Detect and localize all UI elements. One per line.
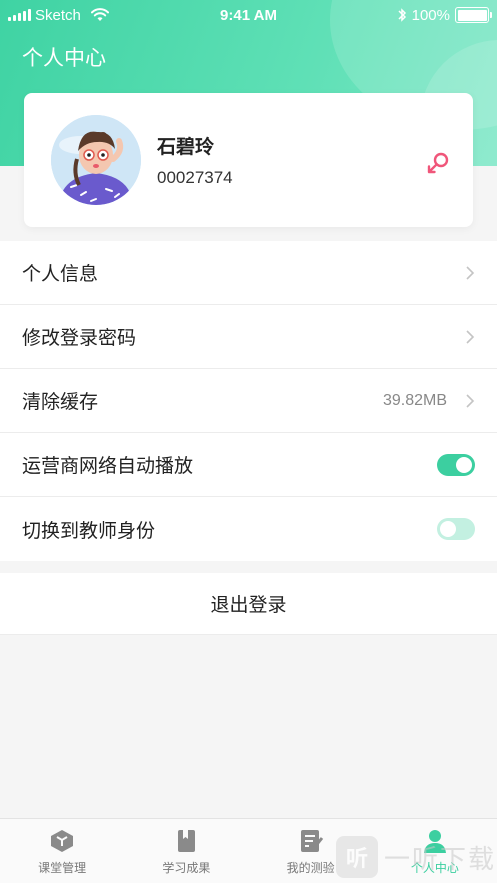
menu-item-label: 切换到教师身份 <box>22 519 156 542</box>
book-icon <box>178 830 196 852</box>
user-name: 石碧玲 <box>157 136 215 158</box>
teacher-role-toggle[interactable] <box>437 518 475 540</box>
avatar[interactable] <box>51 115 141 205</box>
chevron-right-icon <box>466 265 475 280</box>
user-id: 00027374 <box>157 168 233 187</box>
status-bar: Sketch 9:41 AM 100% <box>0 0 497 30</box>
tab-my-quiz[interactable]: 我的测验 <box>249 819 373 883</box>
tab-learning-results[interactable]: 学习成果 <box>124 819 248 883</box>
menu-item-label: 个人信息 <box>22 263 99 285</box>
menu-item-clear-cache[interactable]: 清除缓存 39.82MB <box>0 369 497 433</box>
menu-item-label: 清除缓存 <box>22 391 99 413</box>
page-title: 个人中心 <box>22 46 106 70</box>
menu-item-switch-teacher: 切换到教师身份 <box>0 497 497 561</box>
chevron-right-icon <box>466 329 475 344</box>
chevron-right-icon <box>466 393 475 408</box>
profile-card[interactable]: 石碧玲 00027374 <box>24 93 473 227</box>
user-icon <box>423 830 446 853</box>
tab-classroom[interactable]: 课堂管理 <box>0 819 124 883</box>
menu-item-change-password[interactable]: 修改登录密码 <box>0 305 497 369</box>
classroom-icon <box>51 830 74 852</box>
signal-icon <box>8 9 31 21</box>
bluetooth-icon <box>398 8 406 22</box>
menu-item-personal-info[interactable]: 个人信息 <box>0 241 497 305</box>
tab-profile[interactable]: 个人中心 <box>373 819 497 883</box>
cache-size: 39.82MB <box>382 391 447 409</box>
tab-label: 我的测验 <box>286 861 335 875</box>
carrier-label: Sketch <box>35 6 81 24</box>
menu-item-label: 修改登录密码 <box>22 327 137 349</box>
female-icon <box>427 152 449 174</box>
battery-percent: 100% <box>411 6 450 24</box>
tab-label: 课堂管理 <box>38 861 87 875</box>
logout-button[interactable]: 退出登录 <box>0 573 497 635</box>
autoplay-toggle[interactable] <box>437 453 475 476</box>
quiz-icon <box>300 830 323 852</box>
avatar-illustration <box>51 115 141 205</box>
tab-label: 个人中心 <box>410 861 459 875</box>
tab-bar: 课堂管理 学习成果 我的测验 个人中心 <box>0 818 497 883</box>
settings-menu: 个人信息 修改登录密码 清除缓存 39.82MB 运营商网络自动播放 切换到教师… <box>0 241 497 561</box>
tab-label: 学习成果 <box>162 861 211 875</box>
menu-item-autoplay-cellular: 运营商网络自动播放 <box>0 433 497 497</box>
wifi-icon <box>90 8 109 21</box>
menu-item-label: 运营商网络自动播放 <box>22 455 194 477</box>
battery-icon <box>455 7 492 23</box>
